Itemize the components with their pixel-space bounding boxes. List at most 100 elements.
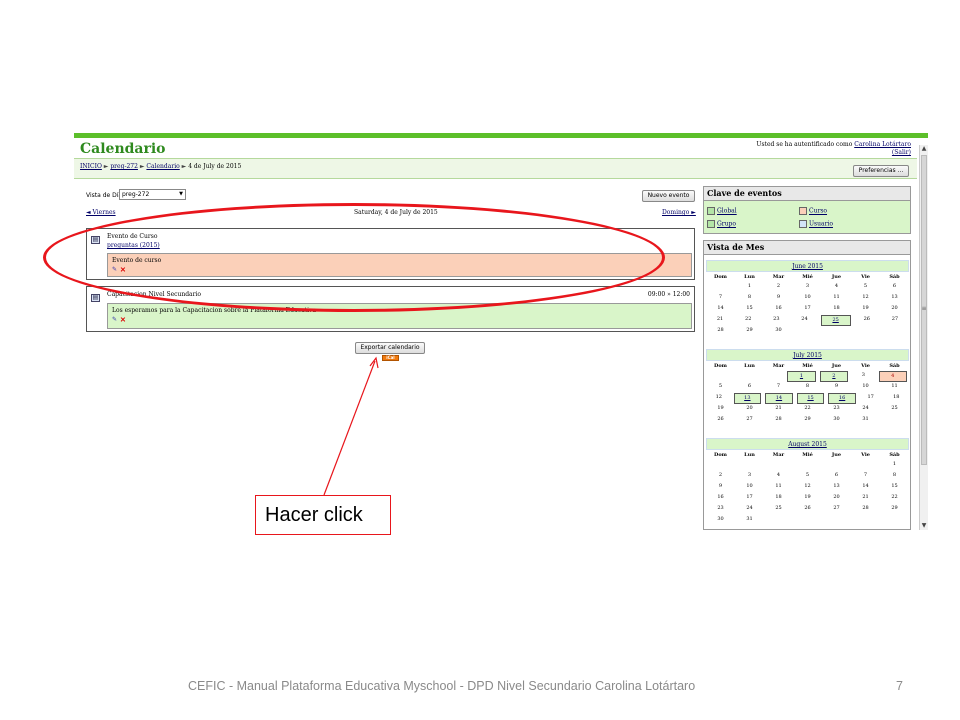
day-cell[interactable]: 4 [878,371,907,382]
day-cell [793,460,822,471]
breadcrumb-separator-icon: ► [181,163,187,170]
group-icon [707,220,715,228]
day-cell: 30 [717,516,724,522]
breadcrumb-home[interactable]: INICIO [80,163,102,170]
month-view-title: Vista de Mes [704,241,910,255]
day-cell[interactable]: 2 [819,371,849,382]
day-cell [759,371,785,382]
day-cell: 28 [717,327,724,333]
day-cell: 27 [833,505,840,511]
week-row: 16 17 18 19 20 21 22 [706,493,909,504]
logout-link[interactable]: (Salir) [892,149,911,156]
day-cell[interactable]: 14 [765,393,793,404]
weekday-name: Lun [744,363,755,369]
event-time: 09:00 » 12:00 [647,291,690,298]
week-row: 5 6 7 8 9 10 11 [706,382,909,393]
legend-course[interactable]: Curso [799,207,827,215]
weekday-name: Mié [802,363,813,369]
month-header: August 2015 [706,438,909,450]
day-cell[interactable]: 16 [828,393,856,404]
legend-user[interactable]: Usuario [799,220,833,228]
week-row: 21 22 23 24 25 26 27 [706,315,909,326]
legend-global-label[interactable]: Global [717,208,737,215]
week-row: 1 2 3 4 5 6 [706,282,909,293]
weekday-name: Mié [802,274,813,280]
day-cell[interactable]: 13 [733,393,762,404]
scrollbar[interactable]: ▲ ≡ ▼ [919,145,928,530]
breadcrumb-bar: INICIO ► preg-272 ► Calendario ► 4 de Ju… [74,158,917,179]
export-calendar-button[interactable]: Exportar calendario [355,342,425,354]
weekday-header-row: Dom Lun Mar Mié Jue Vie Sáb [706,450,909,460]
day-cell: 20 [746,405,753,411]
day-cell: 26 [804,505,811,511]
next-day-link[interactable]: Domingo ► [662,209,696,216]
day-cell [851,326,880,337]
day-cell: 22 [891,494,898,500]
user-icon [799,220,807,228]
preferences-button[interactable]: Preferencias ... [853,165,909,177]
legend-user-label[interactable]: Usuario [809,221,833,228]
month-link[interactable]: August 2015 [788,441,827,448]
month-link[interactable]: June 2015 [792,263,823,270]
page-title: Calendario [80,141,166,157]
day-cell[interactable]: 25 [820,315,851,326]
month-link[interactable]: July 2015 [793,352,822,359]
day-cell [880,326,909,337]
scroll-up-icon[interactable]: ▲ [920,145,928,153]
day-cell: 21 [862,494,869,500]
new-event-button[interactable]: Nuevo evento [642,190,695,202]
delete-icon[interactable]: ✕ [120,315,126,324]
day-cell: 30 [833,416,840,422]
screenshot-frame: Calendario Usted se ha autentificado com… [74,133,928,530]
legend-group-label[interactable]: Grupo [717,221,736,228]
day-cell: 6 [747,383,752,389]
weekday-name: Vie [861,452,870,458]
previous-day-link[interactable]: ◄ Viernes [86,209,116,216]
breadcrumb-calendar[interactable]: Calendario [146,163,179,170]
day-cell: 7 [776,383,781,389]
day-cell: 27 [746,416,753,422]
weekday-name: Mié [802,452,813,458]
day-cell: 18 [893,394,900,400]
mini-calendar: June 2015 Dom Lun Mar Mié Jue Vie Sáb 1 2 3 4 5 6 7 8 9 1… [706,260,909,337]
week-row: 14 15 16 17 18 19 20 [706,304,909,315]
user-link[interactable]: Carolina Lotártaro [854,141,911,148]
day-cell [706,282,735,293]
course-icon [799,207,807,215]
day-cell [764,460,793,471]
weekday-name: Mar [772,452,785,458]
day-cell: 8 [747,294,752,300]
day-cell [851,460,880,471]
chevron-down-icon: ▼ [179,191,183,197]
day-cell: 13 [833,483,840,489]
weekday-name: Mar [772,363,785,369]
weekday-header-row: Dom Lun Mar Mié Jue Vie Sáb [706,272,909,282]
day-cell: 3 [747,472,752,478]
global-icon [707,207,715,215]
legend-group[interactable]: Grupo [707,220,736,228]
legend-course-label[interactable]: Curso [809,208,827,215]
day-cell: 19 [804,494,811,500]
global-event-icon: ▤ [91,294,100,302]
day-cell: 21 [716,316,724,322]
scroll-down-icon[interactable]: ▼ [920,522,928,530]
day-cell: 22 [804,405,811,411]
ical-badge[interactable]: iCal [382,355,399,361]
day-cell: 5 [863,283,868,289]
weekday-name: Dom [714,363,727,369]
day-cell: 6 [834,472,839,478]
day-cell[interactable]: 15 [796,393,825,404]
day-cell: 20 [833,494,840,500]
day-cell: 11 [891,383,898,389]
weekday-name: Lun [744,274,755,280]
day-cell: 24 [862,405,869,411]
day-cell: 29 [891,505,898,511]
day-cell[interactable]: 1 [787,371,816,382]
day-cell: 6 [892,283,897,289]
breadcrumb-course[interactable]: preg-272 [110,163,138,170]
legend-global[interactable]: Global [707,207,737,215]
edit-icon[interactable]: ✎ [112,316,117,323]
weekday-name: Sáb [889,274,900,280]
day-cell [851,515,880,526]
day-view-select[interactable]: preg-272 ▼ [119,189,186,200]
